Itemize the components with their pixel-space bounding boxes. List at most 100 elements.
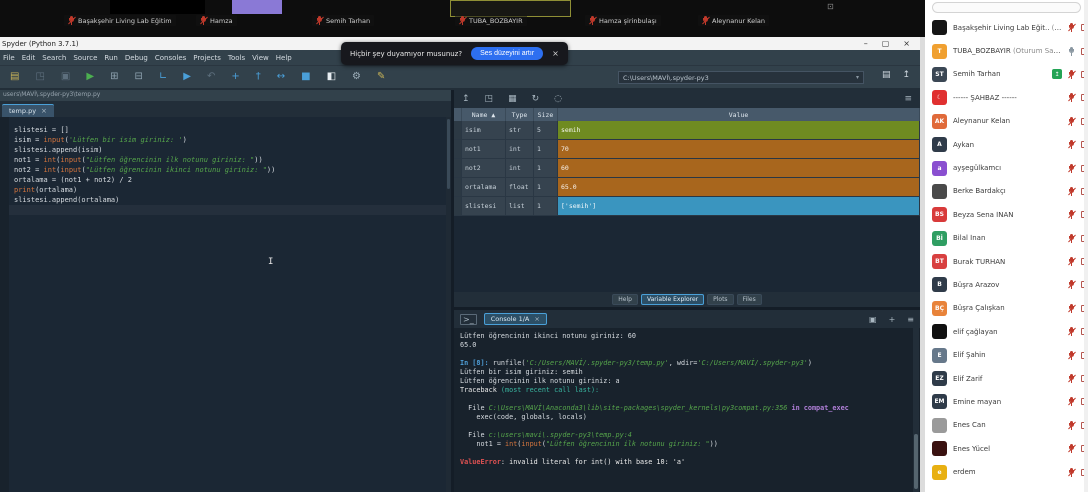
participant-row[interactable]: E Elif Şahin bbox=[925, 343, 1088, 366]
video-tile-active-label[interactable]: TUBA_BOZBAYIR bbox=[455, 15, 527, 26]
variable-type[interactable]: float bbox=[506, 178, 534, 197]
participant-row[interactable]: ST Semih Tarhan ↥ bbox=[925, 63, 1088, 86]
variable-name[interactable]: not2 bbox=[462, 159, 506, 178]
save-data-icon[interactable]: ◳ bbox=[485, 94, 494, 104]
save-icon[interactable]: ◳ bbox=[35, 72, 44, 82]
search-input[interactable] bbox=[932, 2, 1081, 13]
stop-debug-icon[interactable]: ■ bbox=[301, 72, 310, 82]
participant-row[interactable]: Enes Can bbox=[925, 414, 1088, 437]
participant-row[interactable]: elif çağlayan bbox=[925, 320, 1088, 343]
column-header[interactable]: Size bbox=[534, 108, 558, 121]
participant-row[interactable]: BS Beyza Sena İNAN bbox=[925, 203, 1088, 226]
column-header[interactable] bbox=[454, 108, 462, 121]
tab-variable-explorer[interactable]: Variable Explorer bbox=[640, 294, 705, 305]
save-data-as-icon[interactable]: ▦ bbox=[508, 94, 517, 104]
menu-edit[interactable]: Edit bbox=[22, 54, 36, 62]
save-all-icon[interactable]: ▣ bbox=[61, 72, 70, 82]
options-icon[interactable]: ≡ bbox=[907, 315, 914, 324]
clipboard-icon[interactable]: ▣ bbox=[869, 315, 877, 324]
variable-size[interactable]: 5 bbox=[534, 121, 558, 140]
menu-search[interactable]: Search bbox=[42, 54, 66, 62]
variable-value[interactable]: 70 bbox=[558, 140, 920, 159]
open-file-icon[interactable]: ▤ bbox=[10, 72, 19, 82]
participant-row[interactable]: Berke Bardakçı bbox=[925, 180, 1088, 203]
menu-projects[interactable]: Projects bbox=[193, 54, 221, 62]
participants-scrollbar[interactable] bbox=[1084, 0, 1088, 492]
participant-row[interactable]: T TUBA_BOZBAYIR (Oturum Sahibi) bbox=[925, 39, 1088, 62]
close-button[interactable]: × bbox=[903, 39, 910, 48]
tab-files[interactable]: Files bbox=[736, 294, 762, 305]
tools-icon[interactable]: ⚙ bbox=[352, 72, 361, 82]
video-tile-label[interactable]: Aleynanur Kelan bbox=[698, 15, 770, 26]
step-over-icon[interactable]: † bbox=[256, 72, 261, 82]
variable-size[interactable]: 1 bbox=[534, 140, 558, 159]
menu-file[interactable]: File bbox=[3, 54, 15, 62]
menu-view[interactable]: View bbox=[252, 54, 269, 62]
edit-icon[interactable]: ✎ bbox=[377, 72, 385, 82]
editor-scrollbar[interactable] bbox=[446, 117, 451, 492]
new-console-icon[interactable]: + bbox=[889, 315, 896, 324]
column-header[interactable]: Name ▲ bbox=[462, 108, 506, 121]
participant-row[interactable]: EZ Elif Zarif bbox=[925, 367, 1088, 390]
video-tile-label[interactable]: Semih Tarhan bbox=[312, 15, 375, 26]
minimize-button[interactable]: – bbox=[864, 39, 868, 48]
participant-row[interactable]: ☾ ------ ŞAHBAZ ------ bbox=[925, 86, 1088, 109]
tab-plots[interactable]: Plots bbox=[707, 294, 734, 305]
participant-row[interactable]: BT Burak TURHAN bbox=[925, 250, 1088, 273]
tab-help[interactable]: Help bbox=[612, 294, 638, 305]
participant-row[interactable]: BÇ Büşra Çalışkan bbox=[925, 297, 1088, 320]
participant-row[interactable]: a ayşegülkamcı bbox=[925, 156, 1088, 179]
column-header[interactable]: Type bbox=[506, 108, 534, 121]
video-tile-label[interactable]: Başakşehir Living Lab Eğitim bbox=[64, 15, 176, 26]
console-scrollbar[interactable] bbox=[913, 328, 919, 492]
video-tile-label[interactable]: Hamza bbox=[196, 15, 237, 26]
menu-debug[interactable]: Debug bbox=[125, 54, 148, 62]
refresh-icon[interactable]: ↻ bbox=[532, 94, 540, 104]
participant-row[interactable]: B Büşra Arazov bbox=[925, 273, 1088, 296]
variable-size[interactable]: 1 bbox=[534, 197, 558, 216]
close-tab-icon[interactable]: × bbox=[534, 315, 539, 323]
variable-name[interactable]: slistesi bbox=[462, 197, 506, 216]
console-output[interactable]: Lütfen öğrencinin ikinci notunu giriniz:… bbox=[454, 328, 920, 492]
continue-icon[interactable]: ↔ bbox=[277, 72, 285, 82]
run-cell-icon[interactable]: ⊞ bbox=[110, 72, 118, 82]
menu-help[interactable]: Help bbox=[276, 54, 292, 62]
menu-consoles[interactable]: Consoles bbox=[155, 54, 186, 62]
variable-value[interactable]: ['semih'] bbox=[558, 197, 920, 216]
increase-volume-button[interactable]: Ses düzeyini artır bbox=[471, 47, 544, 60]
video-tile-label[interactable]: Hamza şirinbulaşı bbox=[585, 15, 661, 26]
participant-row[interactable]: Bİ Bilal İnan bbox=[925, 227, 1088, 250]
participant-row[interactable]: AK Aleynanur Kelan bbox=[925, 110, 1088, 133]
variable-type[interactable]: str bbox=[506, 121, 534, 140]
run-selection-icon[interactable]: ∟ bbox=[159, 72, 167, 82]
tab-temp-py[interactable]: temp.py × bbox=[2, 104, 54, 117]
browse-directory-icon[interactable]: ▤ bbox=[882, 70, 891, 80]
run-icon[interactable]: ▶ bbox=[86, 72, 94, 82]
close-icon[interactable]: × bbox=[552, 49, 559, 58]
undo-icon[interactable]: ↶ bbox=[207, 72, 215, 82]
parent-directory-icon[interactable]: ↥ bbox=[902, 70, 910, 80]
step-into-icon[interactable]: + bbox=[231, 72, 239, 82]
maximize-pane-icon[interactable]: ◧ bbox=[327, 72, 336, 82]
variable-type[interactable]: int bbox=[506, 159, 534, 178]
variable-size[interactable]: 1 bbox=[534, 159, 558, 178]
variable-size[interactable]: 1 bbox=[534, 178, 558, 197]
variable-type[interactable]: list bbox=[506, 197, 534, 216]
run-cell-advance-icon[interactable]: ⊟ bbox=[134, 72, 142, 82]
variable-value[interactable]: 65.0 bbox=[558, 178, 920, 197]
maximize-button[interactable]: ▢ bbox=[882, 39, 890, 48]
tab-console-1a[interactable]: Console 1/A × bbox=[483, 313, 547, 325]
rerun-cell-icon[interactable]: ▶ bbox=[183, 72, 191, 82]
menu-tools[interactable]: Tools bbox=[228, 54, 245, 62]
video-tile-avatar[interactable] bbox=[232, 0, 282, 14]
variable-value[interactable]: semih bbox=[558, 121, 920, 140]
variable-name[interactable]: ortalama bbox=[462, 178, 506, 197]
options-icon[interactable]: ≡ bbox=[904, 94, 912, 104]
menu-source[interactable]: Source bbox=[73, 54, 97, 62]
import-data-icon[interactable]: ↥ bbox=[462, 94, 470, 104]
participant-row[interactable]: Başakşehir Living Lab Eğit.. (Ben) bbox=[925, 16, 1088, 39]
video-tile-thumbnail[interactable] bbox=[110, 0, 205, 14]
participant-row[interactable]: Enes Yücel bbox=[925, 437, 1088, 460]
variable-name[interactable]: isim bbox=[462, 121, 506, 140]
column-header[interactable]: Value bbox=[558, 108, 920, 121]
